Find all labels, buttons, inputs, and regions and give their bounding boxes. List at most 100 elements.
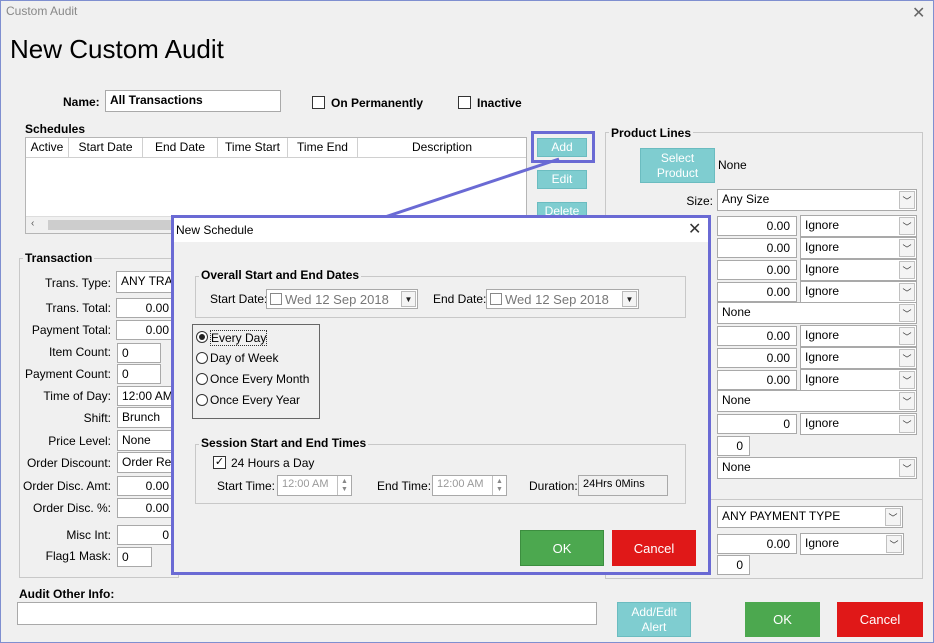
audit-other-info-label: Audit Other Info: [19,587,115,601]
chevron-down-icon: ﹀ [899,327,915,345]
day-of-week-label[interactable]: Day of Week [210,351,278,365]
end-date-dropdown-icon[interactable]: ▼ [622,291,637,307]
start-date-dropdown-icon[interactable]: ▼ [401,291,416,307]
product-mode-5[interactable]: Ignore ﹀ [800,325,917,347]
payment-mode-select[interactable]: Ignore ﹀ [800,533,904,555]
col-active[interactable]: Active [26,138,69,158]
start-time-spinner-icon[interactable]: ▲ ▼ [337,476,351,495]
product-value-2[interactable]: 0.00 [717,238,797,258]
end-date-checkbox[interactable] [490,293,502,305]
payment-count-input[interactable]: 0 [117,364,161,384]
payment-total-input[interactable]: 0.00 [116,320,176,340]
add-edit-alert-button[interactable]: Add/Edit Alert [617,602,691,637]
start-time-label: Start Time: [217,479,276,493]
product-mode-3[interactable]: Ignore ﹀ [800,259,917,281]
product-none-select-3[interactable]: None ﹀ [717,457,917,479]
inactive-checkbox[interactable] [458,96,471,109]
product-mode-2[interactable]: Ignore ﹀ [800,237,917,259]
cancel-button[interactable]: Cancel [837,602,923,637]
product-mode-6[interactable]: Ignore ﹀ [800,347,917,369]
order-disc-amt-input[interactable]: 0.00 [117,476,176,496]
product-none-select-2[interactable]: None ﹀ [717,390,917,412]
dialog-ok-button[interactable]: OK [520,530,604,566]
once-every-month-label[interactable]: Once Every Month [210,372,309,386]
product-mode-1[interactable]: Ignore ﹀ [800,215,917,237]
product-int-input[interactable]: 0 [717,414,797,434]
close-icon[interactable]: ✕ [912,3,925,23]
once-every-year-label[interactable]: Once Every Year [210,393,300,407]
dialog-titlebar: New Schedule ✕ [174,218,708,242]
payment-zero-input[interactable]: 0 [717,555,750,575]
order-disc-amt-label: Order Disc. Amt: [22,479,111,493]
payment-type-select[interactable]: ANY PAYMENT TYPE ﹀ [717,506,903,528]
product-mode-7[interactable]: Ignore ﹀ [800,369,917,391]
every-day-label[interactable]: Every Day [210,330,268,346]
trans-total-input[interactable]: 0.00 [116,298,176,318]
trans-total-label: Trans. Total: [45,301,111,315]
misc-int-input[interactable]: 0 [117,525,176,545]
hours24-checkbox[interactable]: ✓ [213,456,226,469]
every-day-radio[interactable] [196,331,208,343]
start-time-input[interactable]: 12:00 AM ▲ ▼ [277,475,352,496]
audit-other-info-input[interactable] [17,602,597,625]
product-mode-4-value: Ignore [805,284,840,298]
order-discount-label: Order Discount: [26,456,111,470]
chevron-down-icon: ﹀ [899,261,915,279]
end-time-input[interactable]: 12:00 AM ▲ ▼ [432,475,507,496]
shift-select[interactable]: Brunch [117,407,176,428]
col-time-start[interactable]: Time Start [218,138,288,158]
scroll-left-icon[interactable]: ‹ [31,218,34,229]
item-count-input[interactable]: 0 [117,343,161,363]
day-of-week-radio[interactable] [196,352,208,364]
select-product-button[interactable]: Select Product [640,148,715,183]
size-select[interactable]: Any Size ﹀ [717,189,917,211]
once-every-month-radio[interactable] [196,373,208,385]
end-time-spinner-icon[interactable]: ▲ ▼ [492,476,506,495]
end-date-picker[interactable]: Wed 12 Sep 2018 ▼ [486,289,639,309]
size-value: Any Size [722,192,770,206]
once-every-year-radio[interactable] [196,394,208,406]
col-end-date[interactable]: End Date [143,138,218,158]
inactive-label: Inactive [477,96,522,110]
page-title: New Custom Audit [10,34,224,64]
trans-type-select[interactable]: ANY TRAN [116,271,176,293]
order-disc-pct-input[interactable]: 0.00 [117,498,176,518]
product-int-mode-value: Ignore [805,416,840,430]
product-value-6[interactable]: 0.00 [717,348,797,368]
product-mode-4[interactable]: Ignore ﹀ [800,281,917,303]
start-date-label: Start Date: [210,292,268,306]
dialog-cancel-button[interactable]: Cancel [612,530,696,566]
flag1-mask-input[interactable]: 0 [117,547,152,567]
product-mode-5-value: Ignore [805,328,840,342]
order-disc-pct-label: Order Disc. %: [32,501,111,515]
chevron-down-icon: ﹀ [885,508,901,526]
product-value-3[interactable]: 0.00 [717,260,797,280]
transaction-title: Transaction [23,251,95,265]
product-zero-input[interactable]: 0 [717,436,750,456]
product-value-4[interactable]: 0.00 [717,282,797,302]
payment-total-label: Payment Total: [31,323,111,337]
name-label: Name: [63,95,100,109]
name-input[interactable]: All Transactions [105,90,281,112]
price-level-select[interactable]: None [117,430,176,451]
product-int-mode[interactable]: Ignore ﹀ [800,413,917,435]
end-time-value: 12:00 AM [437,478,484,490]
on-permanently-checkbox[interactable] [312,96,325,109]
payment-value-input[interactable]: 0.00 [717,534,797,554]
time-of-day-input[interactable]: 12:00 AM [117,386,176,406]
ok-button[interactable]: OK [745,602,820,637]
product-mode-3-value: Ignore [805,262,840,276]
chevron-down-icon: ﹀ [899,371,915,389]
start-date-picker[interactable]: Wed 12 Sep 2018 ▼ [266,289,418,309]
product-none-select-2-value: None [722,393,751,407]
product-value-1[interactable]: 0.00 [717,216,797,236]
product-value-7[interactable]: 0.00 [717,370,797,390]
product-value-5[interactable]: 0.00 [717,326,797,346]
col-start-date[interactable]: Start Date [69,138,143,158]
start-date-checkbox[interactable] [270,293,282,305]
frequency-group: Every Day Day of Week Once Every Month O… [192,324,320,419]
scroll-thumb[interactable] [48,220,188,230]
product-none-select[interactable]: None ﹀ [717,302,917,324]
dialog-close-icon[interactable]: ✕ [688,219,701,239]
order-discount-select[interactable]: Order Rep [117,452,176,473]
